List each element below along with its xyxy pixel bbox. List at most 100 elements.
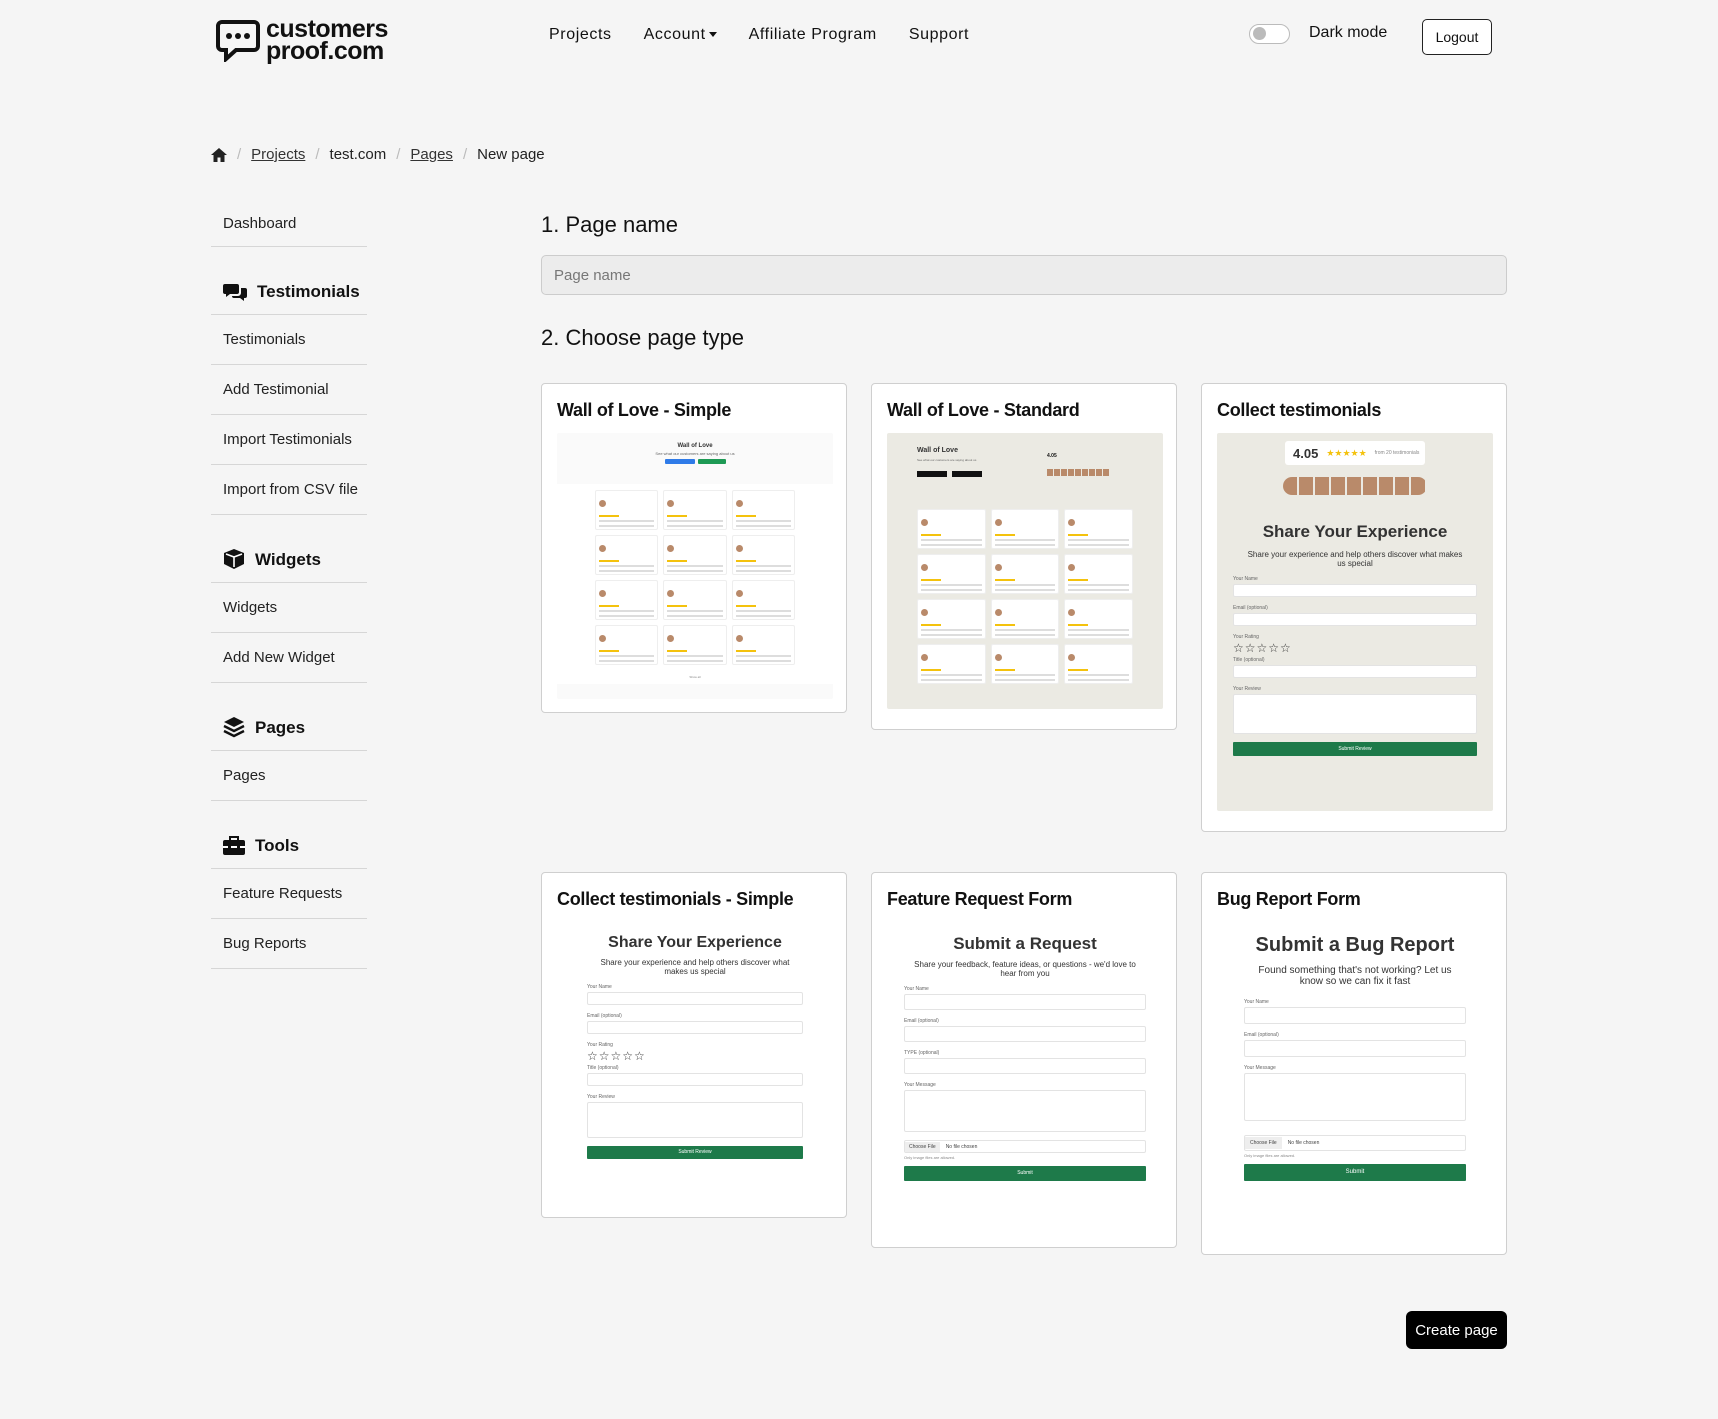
- comments-icon: [223, 284, 247, 301]
- sidebar-item-pages[interactable]: Pages: [211, 751, 367, 801]
- sidebar-item-bug-reports[interactable]: Bug Reports: [211, 919, 367, 969]
- preview-mini-card: [595, 490, 659, 530]
- preview-file-input: Choose File No file chosen: [904, 1140, 1146, 1153]
- breadcrumb-pages-link[interactable]: Pages: [410, 146, 453, 163]
- card-title: Feature Request Form: [887, 889, 1073, 909]
- preview-subtitle: Share your feedback, feature ideas, or q…: [914, 960, 1136, 978]
- preview-mini-card: [731, 490, 795, 530]
- sidebar-item-widgets[interactable]: Widgets: [211, 583, 367, 633]
- preview-mini-card: [663, 625, 727, 665]
- preview-heading: Share Your Experience: [608, 934, 782, 951]
- breadcrumb-separator: /: [315, 146, 320, 163]
- preview-file-note: Only image files are allowed.: [904, 1155, 956, 1160]
- nav-projects[interactable]: Projects: [549, 26, 612, 44]
- page-type-card-bug-report-form[interactable]: Bug Report Form Submit a Bug Report Foun…: [1201, 872, 1507, 1255]
- preview-mini-card: [990, 599, 1060, 639]
- dark-mode-toggle[interactable]: [1249, 24, 1290, 44]
- preview-label: Email (optional): [1233, 605, 1268, 611]
- sidebar-item-add-testimonial[interactable]: Add Testimonial: [211, 365, 367, 415]
- preview-rating: 4.05: [1293, 445, 1319, 461]
- preview-input: [1233, 613, 1477, 626]
- nav-account-label: Account: [643, 26, 706, 43]
- sidebar-item-feature-requests[interactable]: Feature Requests: [211, 869, 367, 919]
- preview-subtitle: See what our customers are saying about …: [655, 451, 735, 456]
- preview-avatars: [1047, 469, 1109, 476]
- nav-affiliate[interactable]: Affiliate Program: [749, 26, 877, 44]
- preview-mini-card: [663, 580, 727, 620]
- logout-button[interactable]: Logout: [1422, 19, 1492, 55]
- preview-file-note: Only image files are allowed.: [1244, 1153, 1296, 1158]
- home-icon[interactable]: [211, 147, 227, 162]
- preview-label: Your Name: [1244, 999, 1269, 1005]
- caret-down-icon: [708, 32, 717, 38]
- page-type-card-collect-testimonials[interactable]: Collect testimonials 4.05 ★★★★★ from 20 …: [1201, 383, 1507, 832]
- sidebar-section-pages: Pages: [211, 683, 367, 751]
- preview-label: Your Message: [904, 1082, 936, 1088]
- sidebar-item-add-widget[interactable]: Add New Widget: [211, 633, 367, 683]
- feature-request-form-preview: Submit a Request Share your feedback, fe…: [887, 922, 1163, 1228]
- preview-input: [904, 1058, 1146, 1074]
- preview-mini-card: [917, 599, 986, 639]
- preview-mini-card: [663, 535, 727, 575]
- chat-bubble-logo-icon: [216, 20, 260, 62]
- breadcrumb-project: test.com: [329, 146, 387, 163]
- preview-card-grid: [557, 484, 833, 671]
- create-page-button[interactable]: Create page: [1406, 1311, 1507, 1349]
- nav-account-dropdown[interactable]: Account: [644, 26, 717, 44]
- preview-mini-card: [595, 535, 659, 575]
- preview-textarea: [904, 1090, 1146, 1132]
- preview-footer: Show all: [689, 675, 701, 679]
- collect-testimonials-simple-preview: Share Your Experience Share your experie…: [557, 922, 833, 1192]
- preview-textarea: [1244, 1073, 1466, 1121]
- bug-report-form-preview: Submit a Bug Report Found something that…: [1217, 922, 1493, 1236]
- nav-support[interactable]: Support: [909, 26, 969, 44]
- main-nav: Projects Account Affiliate Program Suppo…: [549, 26, 969, 44]
- preview-submit-button: Submit Review: [587, 1146, 803, 1159]
- toolbox-icon: [223, 836, 245, 855]
- preview-avatars: [1283, 477, 1427, 495]
- sidebar-item-testimonials[interactable]: Testimonials: [211, 315, 367, 365]
- step1-heading: 1. Page name: [541, 212, 678, 237]
- preview-mini-card: [731, 580, 795, 620]
- sidebar-section-testimonials: Testimonials: [211, 247, 367, 315]
- page-type-card-wall-of-love-simple[interactable]: Wall of Love - Simple Wall of Love See w…: [541, 383, 847, 713]
- preview-input: [904, 994, 1146, 1010]
- sidebar-item-import-testimonials[interactable]: Import Testimonials: [211, 415, 367, 465]
- sidebar-section-pages-label: Pages: [255, 718, 306, 737]
- sidebar-item-import-csv[interactable]: Import from CSV file: [211, 465, 367, 515]
- page-type-card-feature-request-form[interactable]: Feature Request Form Submit a Request Sh…: [871, 872, 1177, 1248]
- page-type-card-collect-testimonials-simple[interactable]: Collect testimonials - Simple Share Your…: [541, 872, 847, 1218]
- brand-logo[interactable]: customers proof.com: [216, 17, 388, 64]
- preview-label: Your Rating: [587, 1042, 613, 1048]
- wall-of-love-standard-preview: Wall of Love See what our customers are …: [887, 433, 1163, 709]
- dark-mode-label: Dark mode: [1309, 24, 1388, 41]
- sidebar-item-dashboard[interactable]: Dashboard: [211, 200, 367, 247]
- preview-mini-card: [917, 554, 986, 594]
- preview-mini-card: [731, 625, 795, 665]
- preview-buttons: [557, 459, 833, 464]
- page-type-card-wall-of-love-standard[interactable]: Wall of Love - Standard Wall of Love See…: [871, 383, 1177, 730]
- preview-heading: Wall of Love: [917, 447, 958, 454]
- preview-mini-card: [990, 644, 1060, 684]
- preview-star-rating: ☆☆☆☆☆: [587, 1049, 646, 1063]
- preview-subtitle: Share your experience and help others di…: [600, 958, 790, 976]
- preview-choose-file: Choose File: [905, 1141, 940, 1152]
- breadcrumb-separator: /: [396, 146, 401, 163]
- preview-no-file: No file chosen: [1287, 1140, 1320, 1146]
- collect-testimonials-preview: 4.05 ★★★★★ from 20 testimonials Share Yo…: [1217, 433, 1493, 811]
- card-title: Bug Report Form: [1217, 889, 1361, 909]
- top-header: customers proof.com Projects Account Aff…: [0, 0, 1718, 80]
- preview-input: [904, 1026, 1146, 1042]
- preview-mini-card: [595, 580, 659, 620]
- preview-mini-card: [1064, 554, 1133, 594]
- page-name-input[interactable]: [541, 255, 1507, 295]
- preview-blue-button: [664, 459, 695, 464]
- preview-mini-card: [731, 535, 795, 575]
- breadcrumb-projects-link[interactable]: Projects: [251, 146, 305, 163]
- preview-submit-button: Submit: [904, 1166, 1146, 1181]
- preview-mini-card: [1064, 509, 1133, 549]
- preview-choose-file: Choose File: [1245, 1137, 1282, 1149]
- preview-label: Title (optional): [1233, 657, 1265, 663]
- preview-label: Email (optional): [1244, 1032, 1279, 1038]
- preview-subtitle: Found something that's not working? Let …: [1258, 965, 1452, 987]
